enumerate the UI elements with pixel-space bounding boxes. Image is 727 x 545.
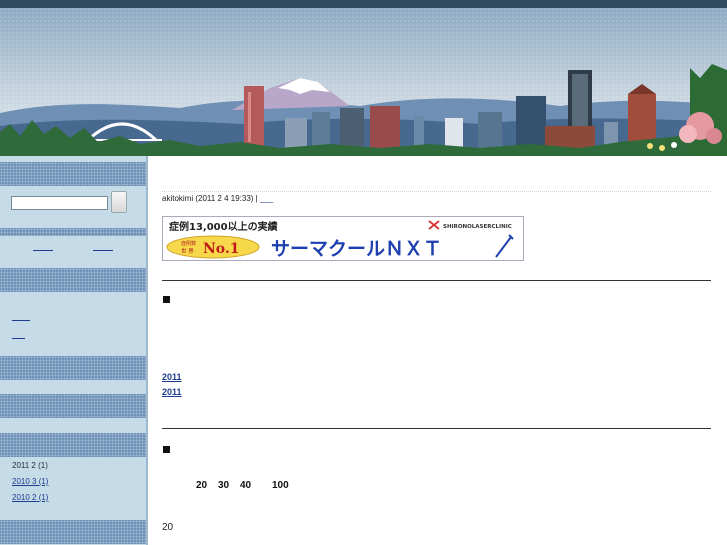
ad-banner[interactable]: 症例13,000以上の実績 SHIRONOLASERCLINIC 症例数 世 界… [162, 216, 524, 261]
ad-product: サーマクールＮＸＴ [271, 238, 442, 260]
post-meta-text: akitokimi (2011 2 4 19:33) | [162, 194, 260, 203]
search-input[interactable] [11, 196, 108, 210]
sidebar-header-trackbacks [0, 394, 146, 418]
badge-small-bottom: 世 界 [181, 247, 194, 255]
sidebar-header-search [0, 162, 146, 186]
city-skyline-illustration [0, 8, 727, 156]
post-meta: akitokimi (2011 2 4 19:33) | ___ [162, 194, 273, 203]
divider-dotted [162, 191, 711, 192]
sidebar-header-bottom [0, 520, 146, 544]
sidebar: 2011 2 (1) 2010 3 (1) 2010 2 (1) [0, 156, 148, 545]
ad-headline: 症例13,000以上の実績 [169, 220, 278, 233]
divider [162, 428, 711, 429]
related-link[interactable]: 2011 [162, 372, 336, 382]
clinic-name: SHIRONOLASERCLINIC [443, 224, 512, 230]
stat-value: 20 [196, 480, 208, 491]
sidebar-link-next[interactable] [93, 250, 113, 251]
search-button[interactable] [111, 191, 127, 213]
stat-value: 100 [272, 480, 289, 491]
badge-number-one: No.1 [203, 241, 240, 257]
badge-small-top: 症例数 [181, 240, 196, 247]
ad-banner-graphic: 症例13,000以上の実績 SHIRONOLASERCLINIC 症例数 世 界… [166, 220, 514, 260]
archive-link[interactable]: 2010 2 (1) [12, 493, 48, 502]
post-meta-link[interactable]: ___ [260, 194, 273, 203]
header-banner [0, 8, 727, 156]
archive-item: 2011 2 (1) [12, 461, 48, 470]
footer-number: 20 [162, 522, 174, 533]
top-bar [0, 0, 727, 8]
sidebar-header-recent [0, 268, 146, 292]
sidebar-header-archives [0, 433, 146, 457]
bullet-square-icon [163, 446, 170, 453]
pen-icon [495, 234, 514, 258]
sidebar-header-comments [0, 356, 146, 380]
related-link[interactable]: 2011 [162, 387, 325, 397]
archive-link[interactable]: 2010 3 (1) [12, 477, 48, 486]
sidebar-recent-link-1[interactable] [12, 320, 30, 321]
stat-value: 40 [240, 480, 252, 491]
sidebar-link-prev[interactable] [33, 250, 53, 251]
sidebar-header-small [0, 228, 146, 236]
sidebar-recent-link-2[interactable] [12, 338, 25, 339]
stat-value: 30 [218, 480, 230, 491]
main-content: akitokimi (2011 2 4 19:33) | ___ 症例13,00… [148, 156, 727, 545]
bullet-square-icon [163, 296, 170, 303]
clinic-logo-icon [428, 220, 440, 230]
divider [162, 280, 711, 281]
